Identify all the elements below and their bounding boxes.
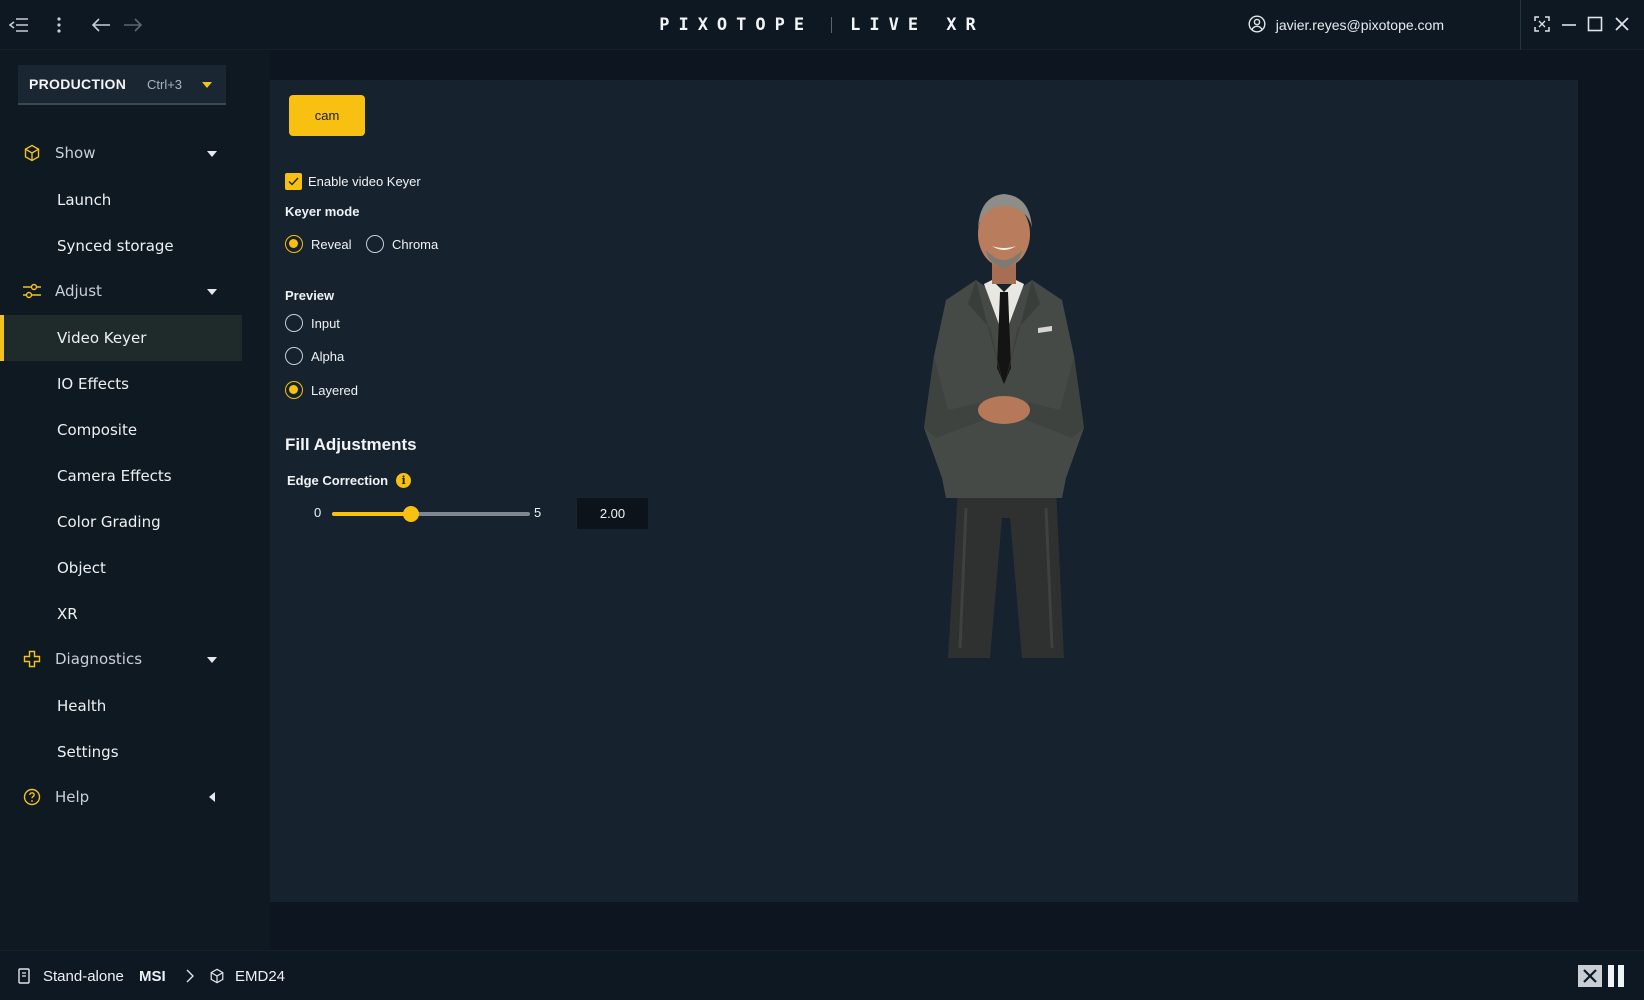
- fullscreen-icon[interactable]: [1530, 12, 1554, 36]
- minimize-icon[interactable]: [1557, 12, 1581, 36]
- sidebar-item-synced-storage[interactable]: Synced storage: [0, 223, 242, 269]
- edge-correction-label: Edge Correction: [287, 472, 389, 488]
- node-name[interactable]: EMD24: [235, 951, 285, 1000]
- cube-icon: [209, 951, 225, 1000]
- machine-icon: [18, 951, 30, 1000]
- slider-max-label: 5: [534, 505, 542, 520]
- sidebar-item-video-keyer[interactable]: Video Keyer: [0, 315, 242, 361]
- user-icon: [1248, 14, 1266, 36]
- sidebar-group-help[interactable]: Help: [0, 775, 242, 819]
- sidebar-group-adjust[interactable]: Adjust: [0, 269, 242, 313]
- machine-name[interactable]: MSI: [139, 951, 166, 1000]
- keyer-mode-reveal[interactable]: Reveal: [285, 234, 351, 254]
- keyed-presenter-preview: [924, 194, 1084, 658]
- close-icon[interactable]: [1610, 12, 1634, 36]
- fill-adjustments-heading: Fill Adjustments: [285, 435, 417, 454]
- status-bar: Stand-alone MSI EMD24: [0, 950, 1644, 1000]
- radio-label: Input: [311, 315, 340, 331]
- info-icon[interactable]: i: [396, 472, 412, 488]
- preview-alpha[interactable]: Alpha: [285, 346, 344, 366]
- radio-label: Reveal: [311, 236, 352, 252]
- sidebar-item-composite[interactable]: Composite: [0, 407, 242, 453]
- titlebar-divider: [1520, 0, 1521, 50]
- sidebar-item-camera-effects[interactable]: Camera Effects: [0, 453, 242, 499]
- pause-icon[interactable]: [1606, 951, 1626, 1000]
- close-panel-icon[interactable]: [1578, 951, 1602, 1000]
- account-menu[interactable]: javier.reyes@pixotope.com: [1248, 0, 1444, 50]
- video-keyer-panel: cam Enable video Keyer Keyer mode Reveal…: [270, 80, 1578, 902]
- sidebar-item-settings[interactable]: Settings: [0, 729, 242, 775]
- production-shortcut: Ctrl+3: [147, 76, 183, 92]
- production-label: PRODUCTION: [29, 76, 127, 92]
- keyer-mode-label: Keyer mode: [285, 204, 360, 219]
- chevron-right-icon: [186, 951, 194, 1000]
- sidebar-group-label: Help: [55, 788, 90, 806]
- cam-button[interactable]: cam: [289, 95, 365, 136]
- radio-button[interactable]: [285, 314, 303, 332]
- sliders-icon: [22, 281, 42, 301]
- sidebar-group-label: Adjust: [55, 282, 102, 300]
- radio-label: Alpha: [311, 348, 345, 364]
- preview-layered[interactable]: Layered: [285, 380, 358, 400]
- question-circle-icon: [22, 787, 42, 807]
- enable-keyer-checkbox[interactable]: [285, 172, 302, 190]
- chevron-down-icon: [207, 151, 217, 157]
- radio-button[interactable]: [285, 235, 303, 253]
- edge-correction-slider[interactable]: [332, 506, 530, 522]
- plus-cross-icon: [22, 649, 42, 669]
- keyer-mode-chroma[interactable]: Chroma: [366, 234, 438, 254]
- sidebar-item-launch[interactable]: Launch: [0, 177, 242, 223]
- sidebar-group-show[interactable]: Show: [0, 131, 242, 175]
- sidebar-item-xr[interactable]: XR: [0, 591, 242, 637]
- edge-correction-row: Edge Correction i: [287, 471, 412, 489]
- chevron-down-icon: [207, 289, 217, 295]
- sidebar-item-health[interactable]: Health: [0, 683, 242, 729]
- chevron-left-icon: [209, 792, 215, 802]
- brand-divider: [831, 17, 833, 33]
- slider-min-label: 0: [314, 505, 322, 520]
- mode-label: Stand-alone: [43, 967, 124, 985]
- radio-label: Chroma: [392, 236, 439, 252]
- maximize-icon[interactable]: [1583, 12, 1607, 36]
- chevron-down-icon: [202, 82, 212, 88]
- radio-button[interactable]: [285, 381, 303, 399]
- account-email: javier.reyes@pixotope.com: [1275, 17, 1444, 33]
- sidebar-group-diagnostics[interactable]: Diagnostics: [0, 637, 242, 681]
- radio-button[interactable]: [285, 347, 303, 365]
- radio-button[interactable]: [366, 235, 384, 253]
- sidebar-item-color-grading[interactable]: Color Grading: [0, 499, 242, 545]
- brand-name: PIXOTOPE: [659, 15, 814, 35]
- collapse-menu-icon[interactable]: [6, 12, 32, 38]
- sidebar: PRODUCTION Ctrl+3 Show Launch Synced sto…: [0, 50, 270, 950]
- forward-arrow-icon[interactable]: [120, 12, 146, 38]
- title-bar: PIXOTOPE LIVE XR javier.reyes@pixotope.c…: [0, 0, 1644, 50]
- sidebar-item-object[interactable]: Object: [0, 545, 242, 591]
- sidebar-group-label: Show: [55, 144, 96, 162]
- preview-input[interactable]: Input: [285, 313, 340, 333]
- enable-keyer-label: Enable video Keyer: [308, 173, 421, 189]
- sidebar-group-label: Diagnostics: [55, 650, 143, 668]
- more-vertical-icon[interactable]: [46, 12, 72, 38]
- product-name: LIVE XR: [850, 15, 985, 35]
- edge-correction-value-input[interactable]: 2.00: [577, 498, 648, 529]
- preview-label: Preview: [285, 288, 335, 303]
- sidebar-item-io-effects[interactable]: IO Effects: [0, 361, 242, 407]
- enable-keyer-checkbox-row[interactable]: Enable video Keyer: [285, 172, 421, 190]
- chevron-down-icon: [207, 657, 217, 663]
- production-dropdown[interactable]: PRODUCTION Ctrl+3: [18, 65, 226, 105]
- radio-label: Layered: [311, 382, 358, 398]
- slider-thumb[interactable]: [403, 506, 420, 522]
- back-arrow-icon[interactable]: [88, 12, 114, 38]
- cube-icon: [22, 143, 42, 163]
- slider-fill: [332, 512, 412, 516]
